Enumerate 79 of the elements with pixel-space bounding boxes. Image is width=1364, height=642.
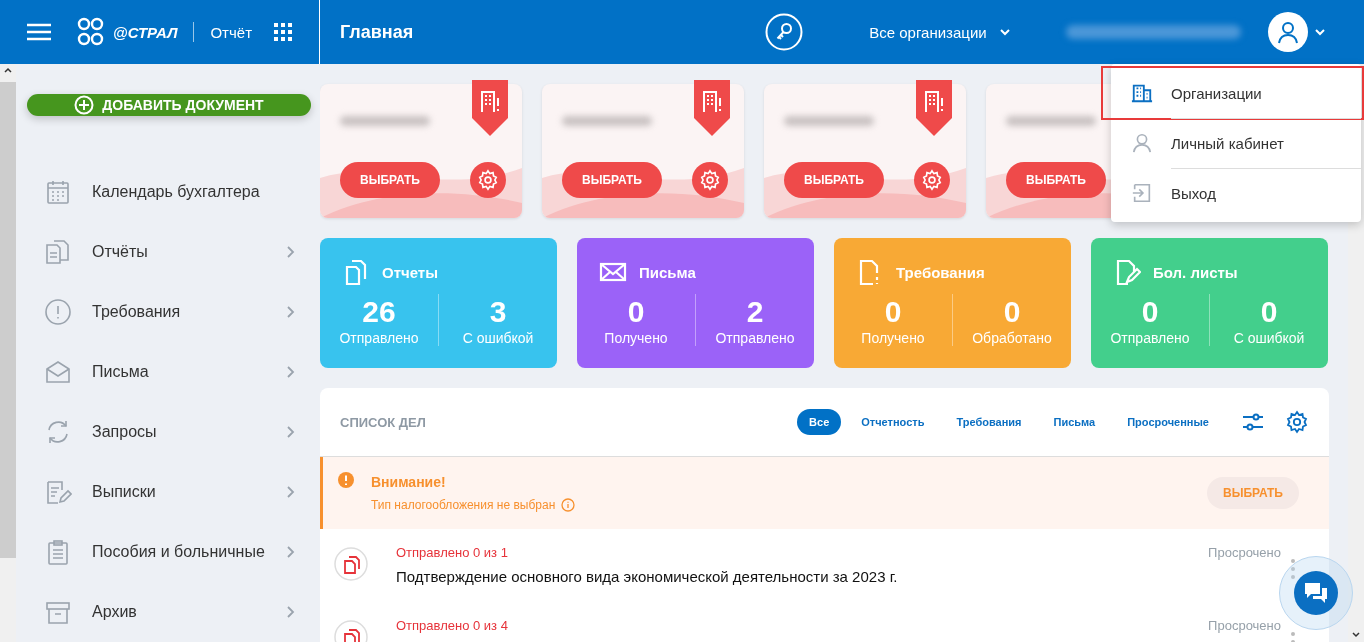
sidebar-item[interactable]: Требования bbox=[92, 303, 286, 321]
sidebar-item[interactable]: Отчёты bbox=[92, 243, 286, 261]
filter-tab[interactable]: Требования bbox=[944, 409, 1034, 435]
sidebar-item[interactable]: Запросы bbox=[92, 423, 286, 441]
settings-button[interactable] bbox=[692, 162, 728, 198]
alert-icon bbox=[44, 298, 72, 326]
menu-icon[interactable] bbox=[27, 23, 51, 41]
task-title[interactable]: Подтверждение основного вида экономической деятельности за 2023 г. bbox=[396, 568, 1209, 585]
stat-value: 3 bbox=[489, 294, 507, 330]
stat-label: Получено bbox=[604, 330, 668, 346]
stat-value: 0 bbox=[1003, 294, 1021, 330]
chat-icon bbox=[1303, 581, 1329, 605]
edit-icon bbox=[44, 478, 72, 506]
tile-title: Письма bbox=[639, 263, 696, 281]
sidebar-item[interactable]: Пособия и больничные bbox=[92, 543, 286, 561]
scrollbar[interactable] bbox=[0, 64, 16, 642]
stat-value: 0 bbox=[1260, 294, 1278, 330]
filter-tab[interactable]: Все bbox=[797, 409, 842, 435]
stat-label: Получено bbox=[861, 330, 925, 346]
select-button[interactable]: ВЫБРАТЬ bbox=[340, 162, 440, 198]
building-tag-icon bbox=[472, 80, 508, 136]
task-status: Просрочено bbox=[1208, 618, 1281, 633]
stat-label: Отправлено bbox=[1110, 330, 1190, 346]
stat-value: 2 bbox=[746, 294, 764, 330]
warning-icon bbox=[337, 471, 355, 489]
document-icon bbox=[334, 547, 368, 581]
settings-button[interactable] bbox=[914, 162, 950, 198]
stat-label: Отправлено bbox=[339, 330, 419, 346]
sidebar-item[interactable]: Письма bbox=[92, 363, 286, 381]
warning-text: Тип налогообложения не выбран bbox=[371, 498, 556, 512]
tile-title: Бол. листы bbox=[1153, 263, 1238, 281]
key-icon[interactable] bbox=[765, 13, 804, 51]
page-title: Главная bbox=[340, 21, 414, 43]
exit-icon bbox=[1131, 182, 1153, 204]
add-document-button[interactable]: ДОБАВИТЬ ДОКУМЕНТ bbox=[27, 94, 311, 116]
building-icon bbox=[1131, 82, 1153, 104]
app-name: Отчёт bbox=[210, 23, 252, 41]
info-icon[interactable] bbox=[561, 498, 576, 512]
settings-button[interactable] bbox=[470, 162, 506, 198]
stat-tile[interactable]: Письма 0 Получено 2 Отправлено bbox=[577, 238, 814, 368]
plus-icon bbox=[74, 95, 95, 115]
filter-tab[interactable]: Отчетность bbox=[849, 409, 937, 435]
user-avatar[interactable] bbox=[1267, 12, 1308, 52]
task-progress: Отправлено 0 из 4 bbox=[396, 618, 509, 633]
stat-value: 0 bbox=[627, 294, 645, 330]
mail-icon bbox=[44, 358, 72, 386]
warning-title: Внимание! bbox=[371, 474, 447, 490]
organization-selector[interactable]: Все организации bbox=[869, 23, 1011, 41]
stat-label: Отправлено bbox=[715, 330, 795, 346]
reports-icon bbox=[44, 238, 72, 266]
sidebar-item[interactable]: Календарь бухгалтера bbox=[92, 183, 320, 201]
calendar-icon bbox=[44, 178, 72, 206]
stat-label: С ошибкой bbox=[1233, 330, 1305, 346]
task-status: Просрочено bbox=[1208, 545, 1281, 560]
sidebar-item[interactable]: Архив bbox=[92, 603, 286, 621]
person-icon bbox=[1131, 132, 1153, 154]
apps-grid-icon[interactable] bbox=[274, 23, 292, 41]
more-icon[interactable] bbox=[1291, 559, 1295, 579]
select-button[interactable]: ВЫБРАТЬ bbox=[562, 162, 662, 198]
tile-title: Отчеты bbox=[382, 263, 439, 281]
settings-icon[interactable] bbox=[1285, 410, 1309, 434]
building-tag-icon bbox=[916, 80, 952, 136]
stat-label: Обработано bbox=[972, 330, 1052, 346]
filter-tab[interactable]: Письма bbox=[1041, 409, 1108, 435]
select-button[interactable]: ВЫБРАТЬ bbox=[1006, 162, 1106, 198]
chevron-down-icon[interactable] bbox=[1313, 26, 1326, 38]
task-progress: Отправлено 0 из 1 bbox=[396, 545, 509, 560]
stat-label: С ошибкой bbox=[462, 330, 534, 346]
logo-text: @СТРАЛ bbox=[113, 23, 178, 41]
chevron-down-icon bbox=[998, 26, 1011, 38]
stat-value: 0 bbox=[1141, 294, 1159, 330]
stat-value: 0 bbox=[884, 294, 902, 330]
select-button[interactable]: ВЫБРАТЬ bbox=[784, 162, 884, 198]
building-tag-icon bbox=[694, 80, 730, 136]
sidebar-item[interactable]: Выписки bbox=[92, 483, 286, 501]
task-list-title: СПИСОК ДЕЛ bbox=[340, 414, 427, 430]
tile-title: Требования bbox=[896, 263, 985, 281]
filter-tab[interactable]: Просроченные bbox=[1115, 409, 1221, 435]
stat-value: 26 bbox=[362, 294, 396, 330]
